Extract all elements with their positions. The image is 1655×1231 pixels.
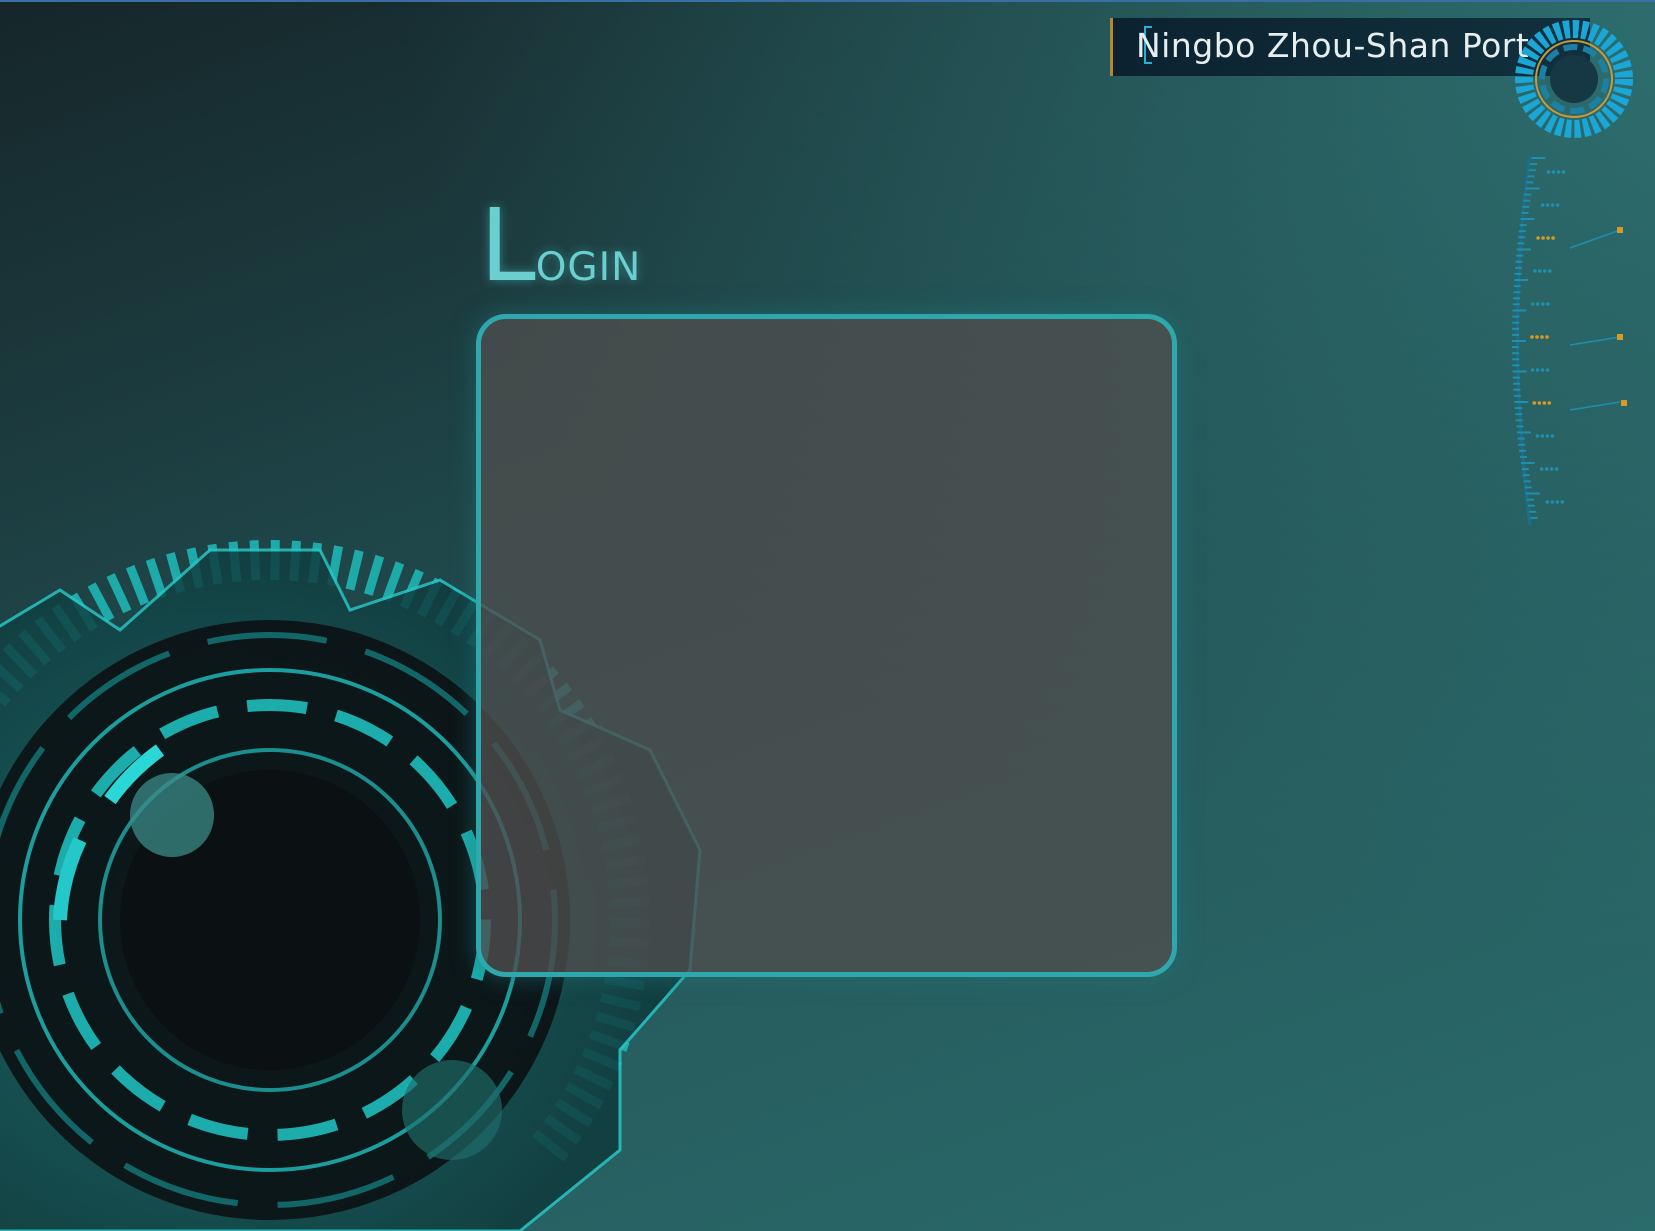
- login-heading: LOGIN: [480, 196, 641, 296]
- login-heading-initial: L: [480, 187, 536, 304]
- window-top-border: [0, 0, 1655, 2]
- ruler-scale-decoration: [1512, 154, 1627, 526]
- login-heading-rest: OGIN: [535, 229, 642, 294]
- login-panel: [476, 314, 1177, 977]
- login-screen: Ningbo Zhou-Shan Port LOGIN: [0, 0, 1655, 1231]
- ring-gauge-icon: [1515, 20, 1633, 138]
- app-title: Ningbo Zhou-Shan Port: [1136, 26, 1530, 65]
